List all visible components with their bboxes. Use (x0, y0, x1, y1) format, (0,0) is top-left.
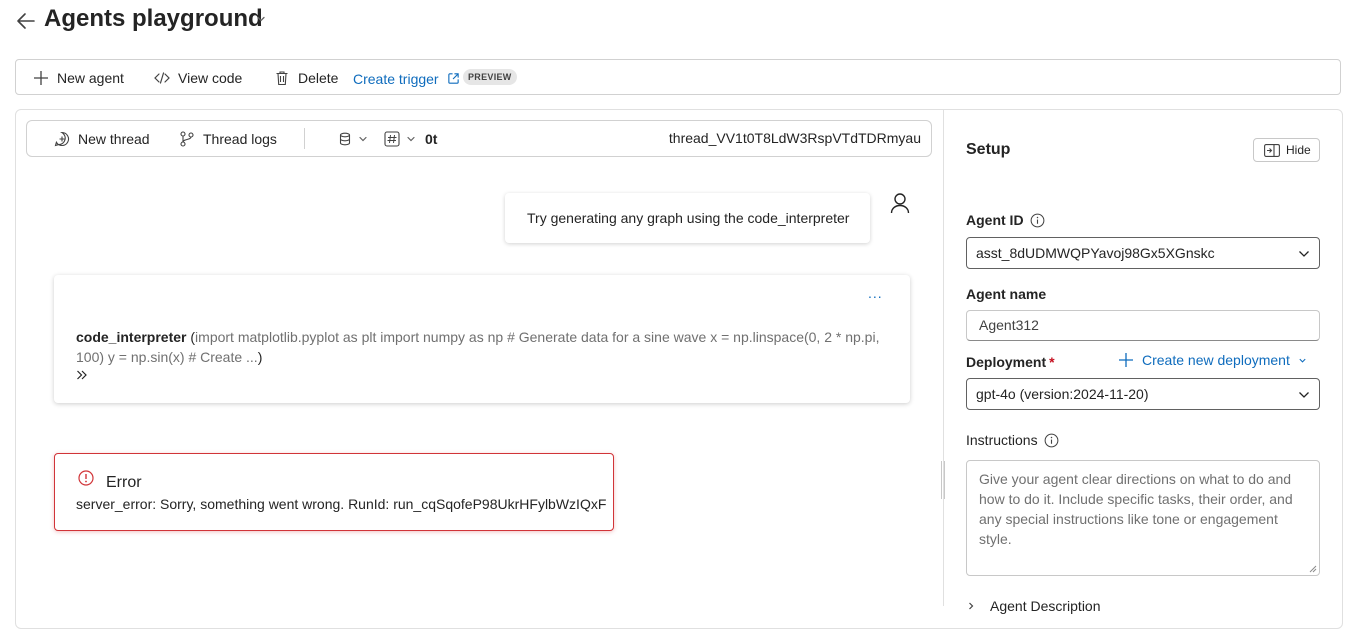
instructions-placeholder: Give your agent clear directions on what… (979, 471, 1293, 547)
agent-name-label: Agent name (966, 286, 1047, 302)
error-circle-icon (78, 470, 94, 486)
create-trigger-link[interactable]: Create trigger (353, 60, 460, 96)
page-title: Agents playground (44, 5, 263, 32)
agent-id-label-text: Agent ID (966, 212, 1024, 228)
panel-icon (1264, 143, 1280, 157)
tool-open-paren: ( (186, 329, 196, 345)
agent-id-value: asst_8dUDMWQPYavoj98Gx5XGnskc (976, 245, 1215, 261)
hide-setup-button[interactable]: Hide (1253, 138, 1320, 162)
error-message-card: Error server_error: Sorry, something wen… (54, 453, 614, 531)
preview-badge: PREVIEW (463, 69, 517, 85)
agent-description-label: Agent Description (990, 598, 1101, 614)
agent-name-input[interactable]: Agent312 (966, 310, 1320, 341)
chevron-down-icon (257, 16, 265, 22)
deployment-label-text: Deployment (966, 354, 1047, 370)
trash-icon (276, 71, 288, 86)
new-thread-label: New thread (78, 130, 150, 147)
panel-divider (943, 110, 944, 606)
plus-icon (1119, 353, 1133, 367)
title-dropdown[interactable] (256, 14, 266, 24)
thread-toolbar: New thread Thread logs 0t thread_VV1t0T8… (26, 120, 932, 157)
resize-grip-icon[interactable] (1309, 565, 1317, 573)
tool-call-text: code_interpreter (import matplotlib.pypl… (76, 327, 886, 367)
new-thread-button[interactable]: New thread (54, 121, 150, 156)
open-external-icon (447, 72, 459, 84)
chevron-down-icon (1299, 251, 1309, 257)
tool-code-preview: import matplotlib.pyplot as plt import n… (76, 329, 880, 365)
view-code-button[interactable]: View code (154, 60, 242, 96)
more-options-button[interactable]: ... (868, 285, 883, 301)
tool-call-card: ... code_interpreter (import matplotlib.… (54, 275, 910, 403)
toolbar-divider (304, 128, 305, 149)
token-count: 0t (425, 130, 438, 147)
thread-id: thread_VV1t0T8LdW3RspVTdTDRmyau (668, 130, 921, 146)
new-agent-button[interactable]: New agent (33, 60, 124, 96)
chevron-down-icon (1299, 358, 1306, 363)
info-icon[interactable] (1044, 433, 1059, 448)
required-mark: * (1049, 354, 1055, 370)
agent-id-select[interactable]: asst_8dUDMWQPYavoj98Gx5XGnskc (966, 237, 1320, 269)
delete-button[interactable]: Delete (274, 60, 338, 96)
resize-handle[interactable] (941, 461, 945, 499)
error-text: server_error: Sorry, something went wron… (76, 496, 607, 512)
error-title: Error (106, 474, 142, 491)
data-source-dropdown[interactable] (338, 121, 368, 156)
setup-title: Setup (966, 141, 1011, 158)
thread-logs-label: Thread logs (203, 130, 277, 147)
chevron-down-icon (1299, 392, 1309, 398)
tool-close-paren: ) (257, 349, 263, 365)
info-icon[interactable] (1030, 213, 1045, 228)
expand-button[interactable] (76, 369, 88, 381)
instructions-textarea[interactable]: Give your agent clear directions on what… (966, 460, 1320, 576)
database-icon (339, 132, 351, 145)
new-agent-label: New agent (57, 70, 124, 86)
user-avatar (889, 192, 911, 214)
deployment-value: gpt-4o (version:2024-11-20) (976, 386, 1149, 402)
deployment-select[interactable]: gpt-4o (version:2024-11-20) (966, 378, 1320, 410)
agent-id-label: Agent ID (966, 212, 1045, 228)
hash-icon (384, 130, 400, 147)
view-code-label: View code (178, 70, 243, 86)
back-button[interactable] (14, 9, 40, 33)
token-dropdown[interactable] (384, 121, 416, 156)
instructions-label-text: Instructions (966, 432, 1038, 448)
chat-add-icon (54, 131, 70, 146)
deployment-label: Deployment * (966, 354, 1055, 370)
thread-logs-button[interactable]: Thread logs (179, 121, 277, 156)
hide-label: Hide (1286, 143, 1311, 157)
instructions-label: Instructions (966, 432, 1059, 448)
chevron-right-icon (969, 602, 974, 610)
arrow-left-icon (17, 13, 35, 29)
chevron-down-icon (407, 136, 415, 141)
create-trigger-label: Create trigger (353, 71, 439, 87)
agent-description-section[interactable]: Agent Description (966, 598, 1101, 614)
plus-icon (34, 71, 48, 85)
create-deployment-label: Create new deployment (1142, 352, 1290, 368)
delete-label: Delete (298, 70, 339, 86)
user-message: Try generating any graph using the code_… (505, 193, 870, 243)
tool-name: code_interpreter (76, 329, 187, 345)
create-deployment-button[interactable]: Create new deployment (1118, 352, 1307, 368)
command-bar: New agent View code Delete Create trigge… (15, 59, 1341, 95)
chevron-down-icon (359, 136, 367, 141)
person-icon (890, 193, 910, 214)
branch-icon (180, 130, 194, 147)
code-icon (154, 72, 170, 84)
double-chevron-icon (77, 370, 87, 380)
